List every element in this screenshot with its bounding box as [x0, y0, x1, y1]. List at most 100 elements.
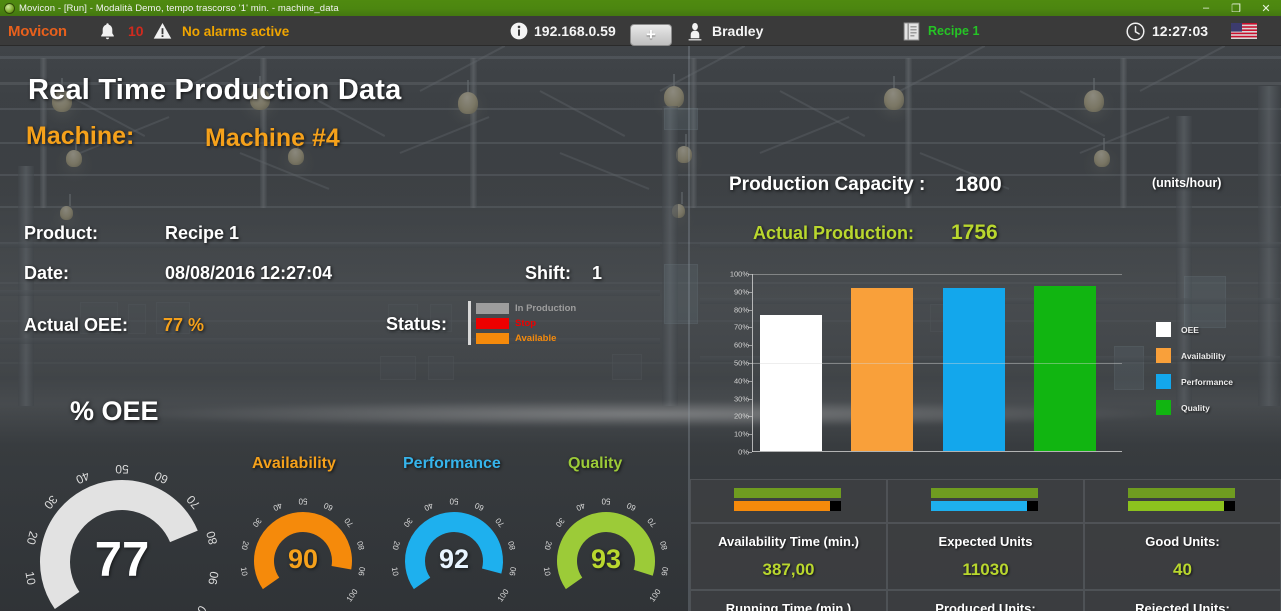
movicon-toolbar: Movicon 10 No alarms active 192.168.0.59… [0, 16, 1281, 46]
chart-legend-label: Performance [1181, 376, 1233, 387]
clock-icon[interactable] [1126, 16, 1145, 46]
gauge-value-performance: 92 [438, 544, 470, 575]
gauge-scale-label: 100 [345, 587, 360, 604]
user-name-text: Bradley [712, 23, 764, 39]
production-capacity-value: 1800 [955, 173, 1002, 196]
chart-legend-label: Quality [1181, 402, 1210, 413]
chart-y-tick [748, 380, 752, 382]
table-cell-bars [887, 479, 1084, 523]
product-label: Product: [24, 223, 98, 243]
chart-gridline [752, 363, 1122, 364]
window-controls: – ❐ ✕ [1191, 0, 1281, 16]
table-header: Expected Units [938, 533, 1033, 549]
gauge-value-quality: 93 [590, 544, 622, 575]
gauge-scale-label: 100 [496, 587, 511, 604]
status-swatch-in-production [476, 302, 509, 314]
actual-oee-value: 77 % [163, 315, 205, 335]
us-flag-icon[interactable] [1231, 16, 1257, 46]
chart-y-tick-label: 80% [733, 305, 749, 315]
maximize-button[interactable]: ❐ [1221, 0, 1251, 16]
mini-bar-target [1127, 488, 1236, 498]
chart-y-tick-label: 70% [733, 322, 749, 332]
status-legend-label: Stop [515, 317, 537, 329]
gauge-scale-label: 60 [322, 500, 334, 512]
status-legend-item: Available [476, 331, 586, 345]
close-button[interactable]: ✕ [1251, 0, 1281, 16]
chart-legend-swatch [1156, 348, 1171, 363]
gauge-scale-label: 50 [298, 497, 307, 506]
table-row: Running Time (min.) 367,65 Produced Unit… [690, 590, 1281, 611]
product-value: Recipe 1 [165, 223, 240, 243]
status-legend-label: In Production [515, 302, 577, 314]
gauge-caption-availability: Availability [252, 455, 336, 472]
mini-bar-actual [733, 501, 831, 511]
gauge-scale-label: 40 [271, 501, 283, 513]
table-cell-running-time: Running Time (min.) 367,65 [690, 590, 887, 611]
gauge-scale-label: 70 [493, 516, 506, 529]
app-icon [4, 2, 15, 14]
machine-value: Machine #4 [205, 124, 340, 152]
minimize-button[interactable]: – [1191, 0, 1221, 16]
hmi-screen: Real Time Production Data Machine: Machi… [0, 46, 1281, 611]
chart-legend-swatch [1156, 374, 1171, 389]
gauge-quality: 10 20 30 40 50 60 70 80 90 100 93 [541, 496, 671, 611]
mini-bar-marker [1027, 501, 1039, 511]
gauge-caption-quality: Quality [568, 455, 623, 472]
gauge-scale-label: 50 [449, 497, 458, 506]
chart-y-tick-label: 50% [733, 358, 749, 368]
table-header: Produced Units: [935, 600, 1036, 611]
gauge-scale-label: 60 [152, 468, 170, 486]
chart-y-tick [748, 452, 752, 453]
actual-production-value: 1756 [951, 221, 998, 244]
gauge-scale-label: 50 [115, 462, 129, 476]
chart-y-tick-label: 40% [733, 376, 749, 386]
chart-legend-label: Availability [1181, 350, 1226, 361]
gauge-scale-label: 30 [41, 493, 61, 512]
gauge-availability: 10 20 30 40 50 60 70 80 90 100 90 [238, 496, 368, 611]
gauge-scale-label: 70 [645, 516, 658, 529]
gauge-value-availability: 90 [287, 544, 319, 575]
bell-icon[interactable] [99, 16, 116, 46]
warning-triangle-icon[interactable] [153, 16, 172, 46]
mini-bar-target [733, 488, 842, 498]
production-capacity-units: (units/hour) [1152, 176, 1222, 190]
mini-bar-target [930, 488, 1039, 498]
clock-time-text: 12:27:03 [1152, 23, 1209, 39]
gauge-scale-label: 60 [473, 500, 485, 512]
shift-label: Shift: [525, 263, 571, 283]
chart-legend-swatch [1156, 322, 1171, 337]
table-cell-bars [690, 479, 887, 523]
info-icon[interactable] [510, 16, 528, 46]
chart-y-tick-label: 60% [733, 340, 749, 350]
recipe-book-icon[interactable] [903, 16, 920, 46]
chart-gridline [752, 274, 1122, 275]
gauge-scale-label: 60 [625, 500, 637, 512]
alarm-status-text: No alarms active [182, 23, 290, 39]
table-value: 387,00 [762, 559, 815, 579]
table-cell-bars [1084, 479, 1281, 523]
window-titlebar: Movicon - [Run] - Modalità Demo, tempo t… [0, 0, 1281, 16]
table-header: Good Units: [1145, 533, 1220, 549]
table-row [690, 479, 1281, 523]
user-icon[interactable] [686, 16, 704, 46]
chart-legend-item: Performance [1156, 374, 1233, 389]
gauge-scale-label: 40 [422, 501, 434, 513]
shift-value: 1 [592, 263, 603, 283]
actual-production-label: Actual Production: [753, 223, 914, 243]
gauge-scale-label: 40 [574, 501, 586, 513]
chart-bar-availability [851, 288, 914, 451]
status-swatch-available [476, 332, 509, 344]
gauge-value-oee: 77 [94, 532, 150, 587]
status-legend-label: Available [515, 332, 557, 344]
gauge-caption-performance: Performance [403, 455, 501, 472]
date-label: Date: [24, 263, 70, 283]
table-header: Availability Time (min.) [718, 533, 859, 549]
add-button[interactable]: + [630, 24, 672, 46]
chart-y-tick [748, 434, 752, 436]
table-header: Running Time (min.) [725, 600, 852, 611]
machine-label: Machine: [26, 122, 135, 150]
table-header: Rejected Units: [1135, 600, 1230, 611]
production-metrics-table: Availability Time (min.) 387,00 Expected… [690, 479, 1281, 611]
mini-bar-marker [1224, 501, 1236, 511]
mini-bar-marker [830, 501, 842, 511]
